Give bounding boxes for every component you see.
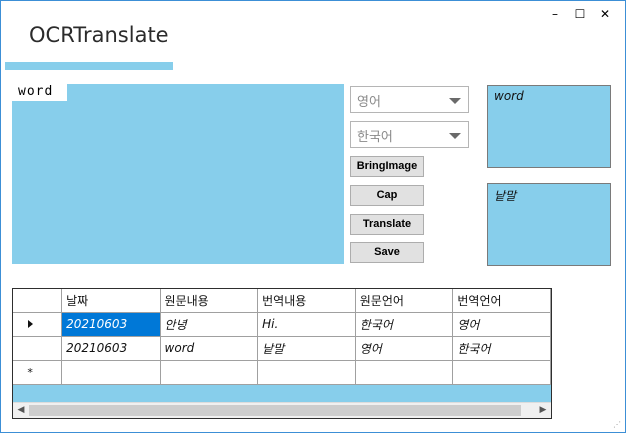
maximize-icon[interactable]: ☐ (572, 7, 588, 21)
resize-grip-icon[interactable]: ⋰ (613, 420, 623, 430)
grid-cell[interactable] (160, 360, 259, 385)
grid-cell[interactable] (355, 360, 454, 385)
row-header[interactable] (13, 312, 63, 337)
scroll-left-icon[interactable]: ◀ (14, 405, 28, 416)
scrollbar-thumb[interactable] (29, 405, 521, 416)
grid-cell[interactable]: 영어 (355, 336, 454, 361)
grid-cell[interactable]: Hi. (257, 312, 356, 337)
grid-cell[interactable]: 20210603 (61, 312, 161, 337)
translated-text: 낱말 (494, 189, 517, 203)
bring-image-button[interactable]: BringImage (350, 156, 424, 177)
close-icon[interactable]: ✕ (597, 7, 613, 21)
scroll-right-icon[interactable]: ▶ (536, 405, 550, 416)
row-header-corner[interactable] (13, 289, 63, 313)
column-header[interactable]: 원문언어 (355, 289, 454, 313)
grid-cell[interactable]: word (160, 336, 259, 361)
column-header[interactable]: 번역내용 (257, 289, 356, 313)
recognized-text: word (494, 89, 524, 103)
source-language-value: 영어 (357, 95, 381, 110)
chevron-down-icon (449, 133, 461, 139)
app-window: – ☐ ✕ OCRTranslate word 영어 한국어 BringImag… (0, 0, 626, 433)
grid-cell[interactable]: 한국어 (355, 312, 454, 337)
grid-cell[interactable]: 낱말 (257, 336, 356, 361)
new-row-icon: * (27, 366, 33, 379)
captured-image-label: word (12, 84, 68, 101)
grid-cell[interactable]: 영어 (452, 312, 551, 337)
history-grid[interactable]: 날짜 원문내용 번역내용 원문언어 번역언어 20210603 안녕 Hi. 한… (12, 288, 552, 419)
captured-image-panel[interactable] (12, 84, 344, 264)
horizontal-scrollbar[interactable]: ◀ ▶ (13, 402, 551, 418)
save-button[interactable]: Save (350, 242, 424, 263)
grid-header-row: 날짜 원문내용 번역내용 원문언어 번역언어 (13, 289, 551, 313)
column-header[interactable]: 날짜 (61, 289, 161, 313)
column-header[interactable]: 원문내용 (160, 289, 259, 313)
app-title: OCRTranslate (29, 23, 169, 47)
title-accent-bar (5, 62, 173, 70)
source-language-select[interactable]: 영어 (350, 86, 469, 113)
current-row-icon (27, 320, 33, 328)
grid-cell[interactable] (257, 360, 356, 385)
table-row[interactable]: 20210603 word 낱말 영어 한국어 (13, 336, 551, 361)
column-header[interactable]: 번역언어 (452, 289, 551, 313)
recognized-text-box[interactable]: word (487, 85, 611, 168)
target-language-value: 한국어 (357, 130, 393, 145)
chevron-down-icon (449, 98, 461, 104)
row-header[interactable] (13, 336, 63, 361)
grid-cell[interactable]: 한국어 (452, 336, 551, 361)
translate-button[interactable]: Translate (350, 214, 424, 235)
new-row[interactable]: * (13, 360, 551, 385)
grid-cell[interactable] (61, 360, 161, 385)
grid-cell[interactable] (452, 360, 551, 385)
translated-text-box[interactable]: 낱말 (487, 183, 611, 266)
cap-button[interactable]: Cap (350, 185, 424, 206)
grid-cell[interactable]: 안녕 (160, 312, 259, 337)
target-language-select[interactable]: 한국어 (350, 121, 469, 148)
row-header[interactable]: * (13, 360, 63, 385)
grid-cell[interactable]: 20210603 (61, 336, 161, 361)
history-table: 날짜 원문내용 번역내용 원문언어 번역언어 20210603 안녕 Hi. 한… (13, 289, 551, 385)
table-row[interactable]: 20210603 안녕 Hi. 한국어 영어 (13, 312, 551, 337)
minimize-icon[interactable]: – (547, 7, 563, 21)
